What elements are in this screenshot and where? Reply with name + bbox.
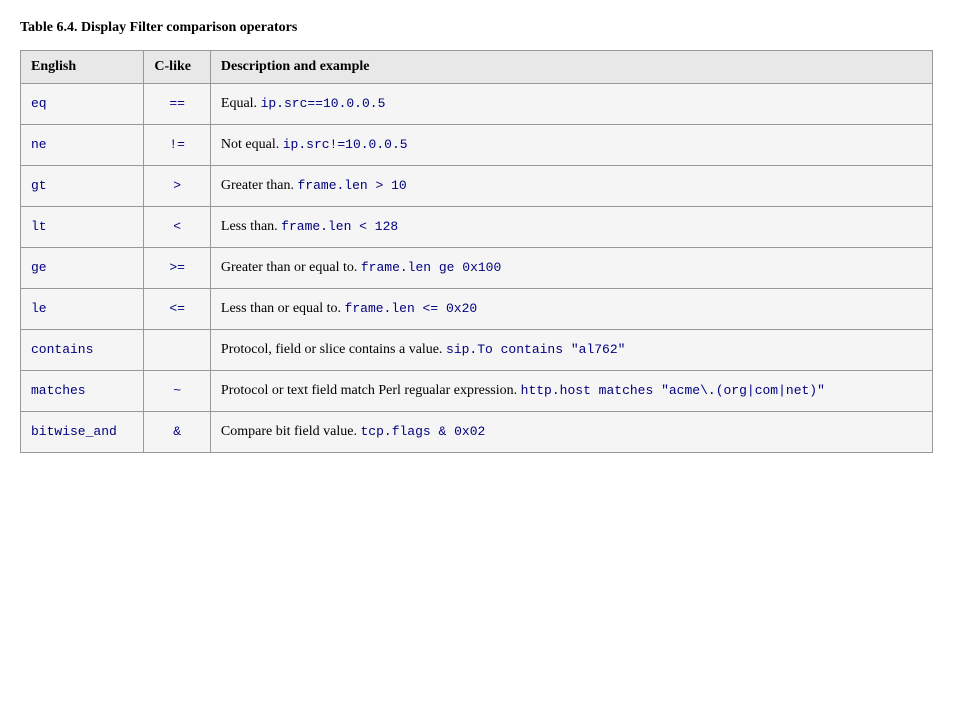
cell-english: matches: [21, 371, 144, 412]
header-description: Description and example: [210, 51, 932, 84]
cell-english: contains: [21, 330, 144, 371]
cell-english: le: [21, 289, 144, 330]
table-header-row: English C-like Description and example: [21, 51, 933, 84]
table-row: le<=Less than or equal to. frame.len <= …: [21, 289, 933, 330]
cell-description: Less than or equal to. frame.len <= 0x20: [210, 289, 932, 330]
cell-clike: <=: [144, 289, 211, 330]
table-row: lt<Less than. frame.len < 128: [21, 207, 933, 248]
cell-clike: ==: [144, 84, 211, 125]
cell-description: Protocol, field or slice contains a valu…: [210, 330, 932, 371]
cell-description: Equal. ip.src==10.0.0.5: [210, 84, 932, 125]
cell-clike: >: [144, 166, 211, 207]
header-english: English: [21, 51, 144, 84]
cell-description: Compare bit field value. tcp.flags & 0x0…: [210, 412, 932, 453]
cell-clike: >=: [144, 248, 211, 289]
cell-clike: ~: [144, 371, 211, 412]
cell-clike: &: [144, 412, 211, 453]
cell-clike: [144, 330, 211, 371]
table-row: eq==Equal. ip.src==10.0.0.5: [21, 84, 933, 125]
cell-english: lt: [21, 207, 144, 248]
cell-description: Protocol or text field match Perl regual…: [210, 371, 932, 412]
cell-clike: !=: [144, 125, 211, 166]
cell-description: Less than. frame.len < 128: [210, 207, 932, 248]
cell-description: Greater than. frame.len > 10: [210, 166, 932, 207]
cell-clike: <: [144, 207, 211, 248]
page-container: Table 6.4. Display Filter comparison ope…: [20, 20, 933, 453]
cell-description: Greater than or equal to. frame.len ge 0…: [210, 248, 932, 289]
table-row: ne!=Not equal. ip.src!=10.0.0.5: [21, 125, 933, 166]
table-title: Table 6.4. Display Filter comparison ope…: [20, 20, 933, 36]
cell-english: gt: [21, 166, 144, 207]
table-row: contains Protocol, field or slice contain…: [21, 330, 933, 371]
header-clike: C-like: [144, 51, 211, 84]
table-row: bitwise_and&Compare bit field value. tcp…: [21, 412, 933, 453]
cell-description: Not equal. ip.src!=10.0.0.5: [210, 125, 932, 166]
cell-english: ne: [21, 125, 144, 166]
table-row: gt>Greater than. frame.len > 10: [21, 166, 933, 207]
cell-english: bitwise_and: [21, 412, 144, 453]
cell-english: ge: [21, 248, 144, 289]
comparison-operators-table: English C-like Description and example e…: [20, 50, 933, 453]
table-row: matches~Protocol or text field match Per…: [21, 371, 933, 412]
table-row: ge>=Greater than or equal to. frame.len …: [21, 248, 933, 289]
cell-english: eq: [21, 84, 144, 125]
